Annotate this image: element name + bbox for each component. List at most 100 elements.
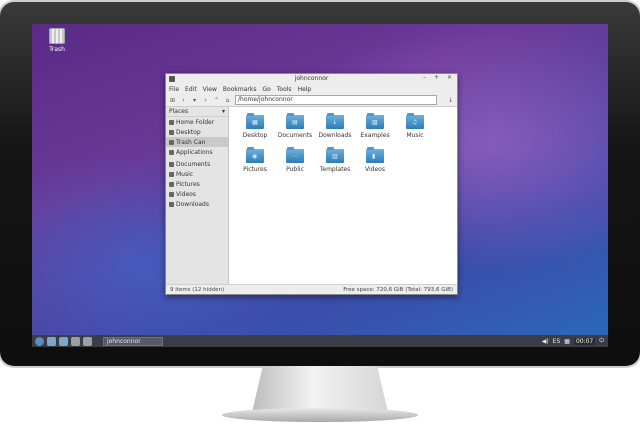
music-icon — [169, 171, 174, 177]
pictures-icon — [169, 181, 174, 187]
sidebar-item-home-folder[interactable]: Home Folder — [166, 117, 228, 127]
path-input[interactable]: /home/johnconnor — [235, 95, 437, 105]
forward-icon[interactable]: › — [202, 97, 209, 104]
menu-edit[interactable]: Edit — [185, 86, 197, 93]
folder-label: Pictures — [243, 166, 267, 173]
home-icon[interactable]: ⌂ — [224, 97, 231, 104]
network-icon[interactable]: ▦ — [564, 338, 570, 345]
sidebar-item-label: Downloads — [176, 200, 209, 208]
desktop-screen: Trash johnconnor – + × File Edit View Bo… — [32, 24, 608, 347]
menu-view[interactable]: View — [203, 86, 217, 93]
folder-icon: ♫ — [406, 113, 424, 129]
folder-label: Downloads — [318, 132, 352, 139]
desktop-icon-label: Trash — [49, 46, 65, 53]
window-title: johnconnor — [294, 75, 329, 82]
folder-icon: ▥ — [326, 147, 344, 163]
folder-icon: ▨ — [366, 113, 384, 129]
menu-help[interactable]: Help — [298, 86, 312, 93]
folder-icon: ▮ — [366, 147, 384, 163]
back-icon[interactable]: ‹ — [180, 97, 187, 104]
sidebar-item-label: Pictures — [176, 180, 200, 188]
folder-item-music[interactable]: ♫ Music — [395, 113, 435, 143]
folder-label: Examples — [360, 132, 390, 139]
folder-icon: ◉ — [246, 147, 264, 163]
folder-icon: ↓ — [326, 113, 344, 129]
sidebar-item-downloads[interactable]: Downloads — [166, 199, 228, 209]
desktop-icon — [169, 129, 174, 135]
downloads-icon — [169, 201, 174, 207]
sidebar-item-label: Documents — [176, 160, 211, 168]
go-icon[interactable]: ↓ — [447, 97, 454, 104]
taskbar-task-johnconnor[interactable]: johnconnor — [103, 336, 163, 346]
folder-item-videos[interactable]: ▮ Videos — [355, 147, 395, 177]
file-manager-window: johnconnor – + × File Edit View Bookmark… — [165, 73, 458, 295]
up-icon[interactable]: ⌃ — [213, 97, 220, 104]
menu-bar: File Edit View Bookmarks Go Tools Help — [166, 84, 457, 94]
documents-icon — [169, 161, 174, 167]
volume-icon[interactable]: ◀) — [542, 338, 549, 345]
keyboard-layout[interactable]: ES — [553, 338, 561, 345]
folder-item-documents[interactable]: ▤ Documents — [275, 113, 315, 143]
folder-item-public[interactable]: ⋯ Public — [275, 147, 315, 177]
sidebar-item-trash-can[interactable]: Trash Can — [166, 137, 228, 147]
file-grid: ▦ Desktop ▤ Documents ↓ Downloads ▨ Exam… — [235, 113, 435, 177]
sidebar-item-desktop[interactable]: Desktop — [166, 127, 228, 137]
folder-icon: ⋯ — [286, 147, 304, 163]
applications-icon — [169, 149, 174, 155]
toolbar: ⊞ ‹ ▾ › ⌃ ⌂ /home/johnconnor ↓ — [166, 94, 457, 107]
sidebar-item-pictures[interactable]: Pictures — [166, 179, 228, 189]
sidebar-item-videos[interactable]: Videos — [166, 189, 228, 199]
folder-label: Desktop — [242, 132, 268, 139]
status-bar: 9 items (12 hidden) Free space: 720,6 Gi… — [166, 284, 457, 294]
home-folder-icon — [169, 119, 174, 125]
power-icon[interactable]: ⏻ — [599, 337, 604, 345]
trash-icon — [169, 139, 174, 145]
start-menu-icon[interactable] — [35, 336, 44, 346]
folder-item-desktop[interactable]: ▦ Desktop — [235, 113, 275, 143]
show-desktop-icon[interactable] — [83, 336, 92, 346]
chevron-down-icon[interactable]: ▾ — [222, 108, 225, 115]
sidebar-item-label: Home Folder — [176, 118, 215, 126]
places-title: Places — [169, 108, 189, 115]
window-titlebar[interactable]: johnconnor – + × — [166, 74, 457, 84]
history-dropdown-icon[interactable]: ▾ — [191, 97, 198, 104]
sidebar-item-label: Videos — [176, 190, 196, 198]
menu-file[interactable]: File — [169, 86, 179, 93]
content-area: Places ▾ Home Folder Desktop Trash Can A… — [166, 107, 457, 286]
menu-tools[interactable]: Tools — [277, 86, 292, 93]
folder-item-templates[interactable]: ▥ Templates — [315, 147, 355, 177]
folder-icon: ▦ — [246, 113, 264, 129]
trash-icon — [49, 28, 65, 44]
sidebar-item-documents[interactable]: Documents — [166, 159, 228, 169]
folder-label: Videos — [365, 166, 385, 173]
close-button[interactable]: × — [447, 74, 455, 81]
folder-label: Public — [286, 166, 304, 173]
browser-launcher-icon[interactable] — [59, 336, 68, 346]
folder-item-pictures[interactable]: ◉ Pictures — [235, 147, 275, 177]
minimize-button[interactable]: – — [423, 74, 429, 81]
folder-item-downloads[interactable]: ↓ Downloads — [315, 113, 355, 143]
desktop-trash-icon[interactable]: Trash — [44, 28, 70, 53]
videos-icon — [169, 191, 174, 197]
folder-label: Templates — [319, 166, 351, 173]
sidebar-item-label: Desktop — [176, 128, 201, 136]
free-space: Free space: 720,6 GiB (Total: 793,6 GiB) — [343, 286, 453, 293]
folder-label: Documents — [277, 132, 313, 139]
folder-label: Music — [406, 132, 424, 139]
menu-bookmarks[interactable]: Bookmarks — [223, 86, 257, 93]
clock[interactable]: 00:07 — [573, 337, 596, 345]
taskbar: johnconnor ◀) ES ▦ 00:07 ⏻ — [32, 335, 608, 347]
maximize-button[interactable]: + — [434, 74, 442, 81]
places-header[interactable]: Places ▾ — [166, 107, 228, 117]
monitor-bezel: Trash johnconnor – + × File Edit View Bo… — [0, 2, 640, 366]
terminal-launcher-icon[interactable] — [71, 336, 80, 346]
sidebar-item-music[interactable]: Music — [166, 169, 228, 179]
file-view[interactable]: ▦ Desktop ▤ Documents ↓ Downloads ▨ Exam… — [229, 107, 457, 286]
menu-go[interactable]: Go — [262, 86, 270, 93]
sidebar-item-applications[interactable]: Applications — [166, 147, 228, 157]
sidebar-item-label: Applications — [176, 148, 213, 156]
file-manager-launcher-icon[interactable] — [47, 336, 56, 346]
folder-item-examples[interactable]: ▨ Examples — [355, 113, 395, 143]
monitor-stand-base — [222, 408, 418, 422]
new-tab-icon[interactable]: ⊞ — [169, 97, 176, 104]
